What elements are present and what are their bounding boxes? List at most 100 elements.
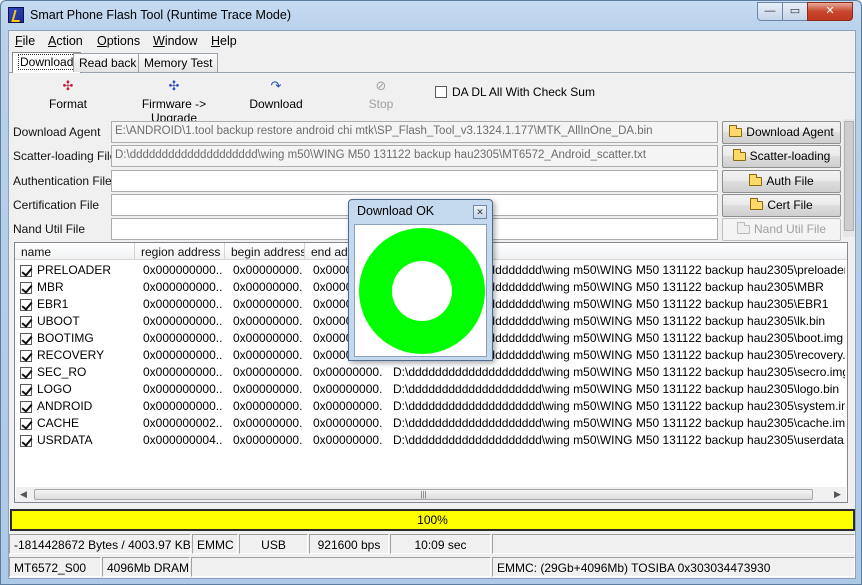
panel-scroll-thumb[interactable] [844, 121, 854, 231]
row-begin-address: 0x00000000... [233, 433, 303, 447]
table-row[interactable]: CACHE 0x000000002... 0x00000000... 0x000000… [15, 415, 847, 432]
row-location: D:\dddddddddddddddddddd\wing m50\WING M5… [393, 433, 845, 447]
row-region-address: 0x000000000... [143, 399, 223, 413]
menu-action[interactable]: Action [48, 34, 83, 48]
close-button[interactable]: ✕ [807, 2, 853, 21]
row-end-address: 0x00000000... [313, 365, 383, 379]
nand-util-file-button[interactable]: Nand Util File [722, 218, 841, 241]
row-checkbox[interactable] [20, 349, 37, 363]
status-dram: 4096Mb DRAM [102, 557, 190, 577]
status-bytes: -1814428672 Bytes / 4003.97 KBps [9, 534, 191, 554]
menu-file[interactable]: File [15, 34, 35, 48]
menu-help[interactable]: Help [211, 34, 237, 48]
checksum-checkbox[interactable]: DA DL All With Check Sum [435, 85, 595, 99]
menu-window[interactable]: Window [153, 34, 197, 48]
maximize-button[interactable]: ▭ [782, 2, 808, 21]
auth-label: Authentication File [13, 174, 112, 188]
auth-file-button[interactable]: Auth File [722, 170, 841, 193]
row-begin-address: 0x00000000... [233, 263, 303, 277]
status-emmc-info: EMMC: (29Gb+4096Mb) TOSIBA 0x30303447393… [492, 557, 855, 577]
dialog-body [354, 224, 487, 357]
row-checkbox[interactable] [20, 417, 37, 431]
menu-options[interactable]: Options [97, 34, 140, 48]
row-checkbox[interactable] [20, 434, 37, 448]
col-region-address[interactable]: region address [135, 243, 225, 260]
table-hscroll-thumb[interactable]: ||| [34, 489, 813, 500]
row-name: CACHE [37, 416, 80, 430]
scatter-loading-button[interactable]: Scatter-loading [722, 145, 841, 168]
row-begin-address: 0x00000000... [233, 331, 303, 345]
row-region-address: 0x000000000... [143, 280, 223, 294]
status-bar-transfer: -1814428672 Bytes / 4003.97 KBps EMMC US… [9, 533, 857, 554]
row-checkbox[interactable] [20, 264, 37, 278]
tab-baseline [9, 72, 855, 73]
stop-icon: ⊘ [375, 78, 387, 93]
cert-file-button[interactable]: Cert File [722, 194, 841, 217]
tab-read-back[interactable]: Read back [73, 53, 143, 72]
title-bar[interactable]: Smart Phone Flash Tool (Runtime Trace Mo… [1, 1, 861, 29]
auth-row: Authentication File Auth File [11, 170, 843, 193]
row-name: SEC_RO [37, 365, 87, 379]
col-name[interactable]: name [15, 243, 135, 260]
cert-label: Certification File [13, 198, 100, 212]
row-checkbox[interactable] [20, 315, 37, 329]
scatter-row: Scatter-loading File D:\dddddddddddddddd… [11, 145, 843, 168]
row-begin-address: 0x00000000... [233, 280, 303, 294]
table-row[interactable]: ANDROID 0x000000000... 0x00000000... 0x0000… [15, 398, 847, 415]
row-begin-address: 0x00000000... [233, 348, 303, 362]
row-location: D:\dddddddddddddddddddd\wing m50\WING M5… [393, 416, 845, 430]
col-begin-address[interactable]: begin address [225, 243, 305, 260]
nand-label: Nand Util File [13, 222, 86, 236]
status-baud: 921600 bps [309, 534, 389, 554]
download-agent-button[interactable]: Download Agent [722, 121, 841, 144]
row-end-address: 0x00000000... [313, 416, 383, 430]
status-storage: EMMC [192, 534, 238, 554]
checksum-checkbox-box[interactable] [435, 86, 447, 98]
row-end-address: 0x00000000... [313, 382, 383, 396]
download-icon: ↷ [270, 78, 282, 93]
row-name: LOGO [37, 382, 72, 396]
folder-icon [729, 125, 743, 137]
table-hscrollbar[interactable]: ◀ ||| ▶ [16, 487, 846, 502]
download-agent-field[interactable]: E:\ANDROID\1.tool backup restore android… [111, 121, 718, 143]
row-begin-address: 0x00000000... [233, 297, 303, 311]
dialog-close-icon[interactable]: ✕ [473, 205, 487, 219]
table-row[interactable]: SEC_RO 0x000000000... 0x00000000... 0x00000… [15, 364, 847, 381]
auth-field[interactable] [111, 170, 718, 192]
row-checkbox[interactable] [20, 281, 37, 295]
tab-memory-test[interactable]: Memory Test [138, 53, 219, 72]
row-checkbox[interactable] [20, 400, 37, 414]
row-begin-address: 0x00000000... [233, 314, 303, 328]
panel-scrollbar[interactable] [843, 119, 855, 237]
scatter-field[interactable]: D:\dddddddddddddddddddd\wing m50\WING M5… [111, 145, 718, 167]
download-button[interactable]: ↷ Download [247, 78, 305, 112]
row-region-address: 0x000000000... [143, 365, 223, 379]
folder-icon [736, 222, 750, 234]
status-middle [191, 557, 491, 577]
row-checkbox[interactable] [20, 332, 37, 346]
row-checkbox[interactable] [20, 366, 37, 380]
download-ok-ring-icon [359, 228, 485, 354]
stop-button[interactable]: ⊘ Stop [363, 78, 399, 112]
row-name: UBOOT [37, 314, 80, 328]
row-end-address: 0x00000000... [313, 399, 383, 413]
row-name: MBR [37, 280, 64, 294]
format-button[interactable]: ✣ Format [47, 79, 89, 112]
firmware-upgrade-button[interactable]: ✣ Firmware -> Upgrade [118, 78, 230, 126]
status-bar-device: MT6572_S00 4096Mb DRAM EMMC: (29Gb+4096M… [9, 556, 857, 577]
scroll-right-icon[interactable]: ▶ [834, 489, 841, 500]
table-row[interactable]: USRDATA 0x000000004... 0x00000000... 0x0000… [15, 432, 847, 449]
download-ok-dialog: Download OK ✕ [348, 199, 493, 361]
row-checkbox[interactable] [20, 383, 37, 397]
firmware-upgrade-icon: ✣ [168, 78, 180, 93]
row-begin-address: 0x00000000... [233, 399, 303, 413]
row-checkbox[interactable] [20, 298, 37, 312]
status-time: 10:09 sec [390, 534, 491, 554]
tab-download[interactable]: Download [12, 52, 82, 73]
minimize-button[interactable]: — [757, 2, 783, 21]
dialog-title: Download OK [357, 204, 435, 218]
table-row[interactable]: LOGO 0x000000000... 0x00000000... 0x0000000… [15, 381, 847, 398]
row-begin-address: 0x00000000... [233, 365, 303, 379]
scroll-left-icon[interactable]: ◀ [20, 489, 27, 500]
row-location: D:\dddddddddddddddddddd\wing m50\WING M5… [393, 399, 845, 413]
